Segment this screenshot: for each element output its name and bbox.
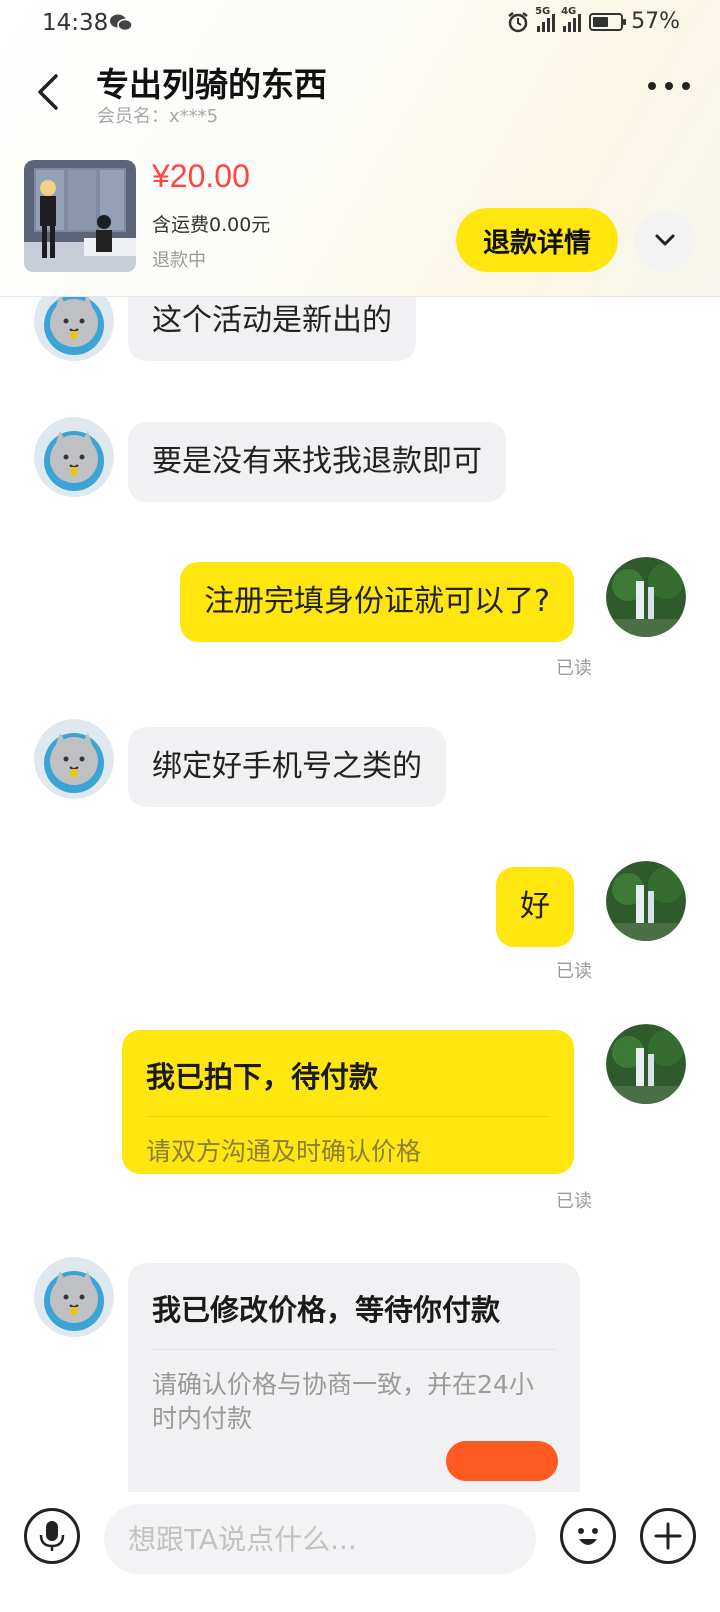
chevron-down-icon: [655, 234, 675, 245]
microphone-icon: [39, 1521, 65, 1551]
battery-percent: 57%: [631, 9, 680, 34]
read-receipt: 已读: [556, 658, 592, 679]
seller-avatar[interactable]: [34, 417, 114, 497]
user-avatar[interactable]: [606, 861, 686, 941]
status-time: 14:38: [42, 10, 109, 36]
seller-avatar[interactable]: [34, 719, 114, 799]
smiley-icon: [578, 1528, 598, 1545]
order-status: 退款中: [152, 250, 206, 271]
battery-fill: [593, 16, 609, 27]
more-actions-button[interactable]: [640, 1508, 696, 1564]
price-card-subtitle-line2: 时内付款: [152, 1404, 253, 1433]
message-bubble[interactable]: 要是没有来找我退款即可: [128, 422, 506, 502]
signal-5g-icon: 5G: [535, 6, 556, 32]
signal-5g-label: 5G: [535, 5, 551, 17]
status-bar: 14:38 5G 4G 57%: [0, 0, 720, 48]
message-input[interactable]: [104, 1504, 536, 1574]
signal-4g-icon: 4G: [561, 6, 582, 32]
price-card-title: 我已修改价格，等待你付款: [152, 1293, 501, 1327]
message-bubble[interactable]: 注册完填身份证就可以了?: [180, 562, 574, 642]
order-card-title: 我已拍下，待付款: [146, 1060, 379, 1094]
seller-avatar[interactable]: [34, 297, 114, 361]
expand-button[interactable]: [634, 210, 696, 272]
chat-messages[interactable]: 这个活动是新出的 要是没有来找我退款即可 注册完填身份证就可以了? 已读 绑定好…: [0, 297, 720, 1492]
emoji-button[interactable]: [560, 1508, 616, 1564]
refund-details-button[interactable]: 退款详情: [456, 208, 618, 272]
order-card-subtitle: 请双方沟通及时确认价格: [146, 1137, 422, 1166]
user-avatar[interactable]: [606, 1024, 686, 1104]
pay-button[interactable]: [446, 1441, 558, 1481]
alarm-icon: [508, 11, 528, 32]
shipping-fee: 含运费0.00元: [152, 214, 271, 236]
page-title: 专出列骑的东西: [96, 65, 327, 104]
battery-icon: [589, 12, 627, 31]
message-bubble[interactable]: 这个活动是新出的: [128, 297, 416, 361]
member-name: 会员名：x***5: [97, 106, 219, 127]
plus-icon: [654, 1522, 682, 1550]
composer-bar: [0, 1492, 720, 1612]
read-receipt: 已读: [556, 1191, 592, 1212]
message-bubble[interactable]: 好: [496, 867, 574, 947]
status-right: 5G 4G 57%: [507, 6, 680, 34]
message-bubble[interactable]: 绑定好手机号之类的: [128, 727, 446, 807]
wechat-icon: [110, 14, 132, 32]
order-status-card[interactable]: 我已拍下，待付款 请双方沟通及时确认价格: [122, 1030, 574, 1174]
chat-header: 专出列骑的东西 会员名：x***5: [0, 52, 720, 132]
card-divider: [146, 1116, 550, 1117]
seller-avatar[interactable]: [34, 1257, 114, 1337]
more-options-icon[interactable]: [648, 82, 690, 90]
signal-4g-label: 4G: [561, 5, 577, 17]
price-modified-card[interactable]: 我已修改价格，等待你付款 请确认价格与协商一致，并在24小 时内付款: [128, 1263, 580, 1492]
user-avatar[interactable]: [606, 557, 686, 637]
voice-button[interactable]: [24, 1508, 80, 1564]
price-card-subtitle-line1: 请确认价格与协商一致，并在24小: [152, 1370, 534, 1399]
read-receipt: 已读: [556, 961, 592, 982]
product-thumbnail[interactable]: [24, 160, 136, 272]
back-arrow-icon[interactable]: [32, 70, 68, 114]
product-price: ¥20.00: [152, 158, 250, 194]
card-divider: [152, 1349, 556, 1350]
product-card[interactable]: ¥20.00 含运费0.00元 退款中 退款详情: [0, 156, 720, 276]
